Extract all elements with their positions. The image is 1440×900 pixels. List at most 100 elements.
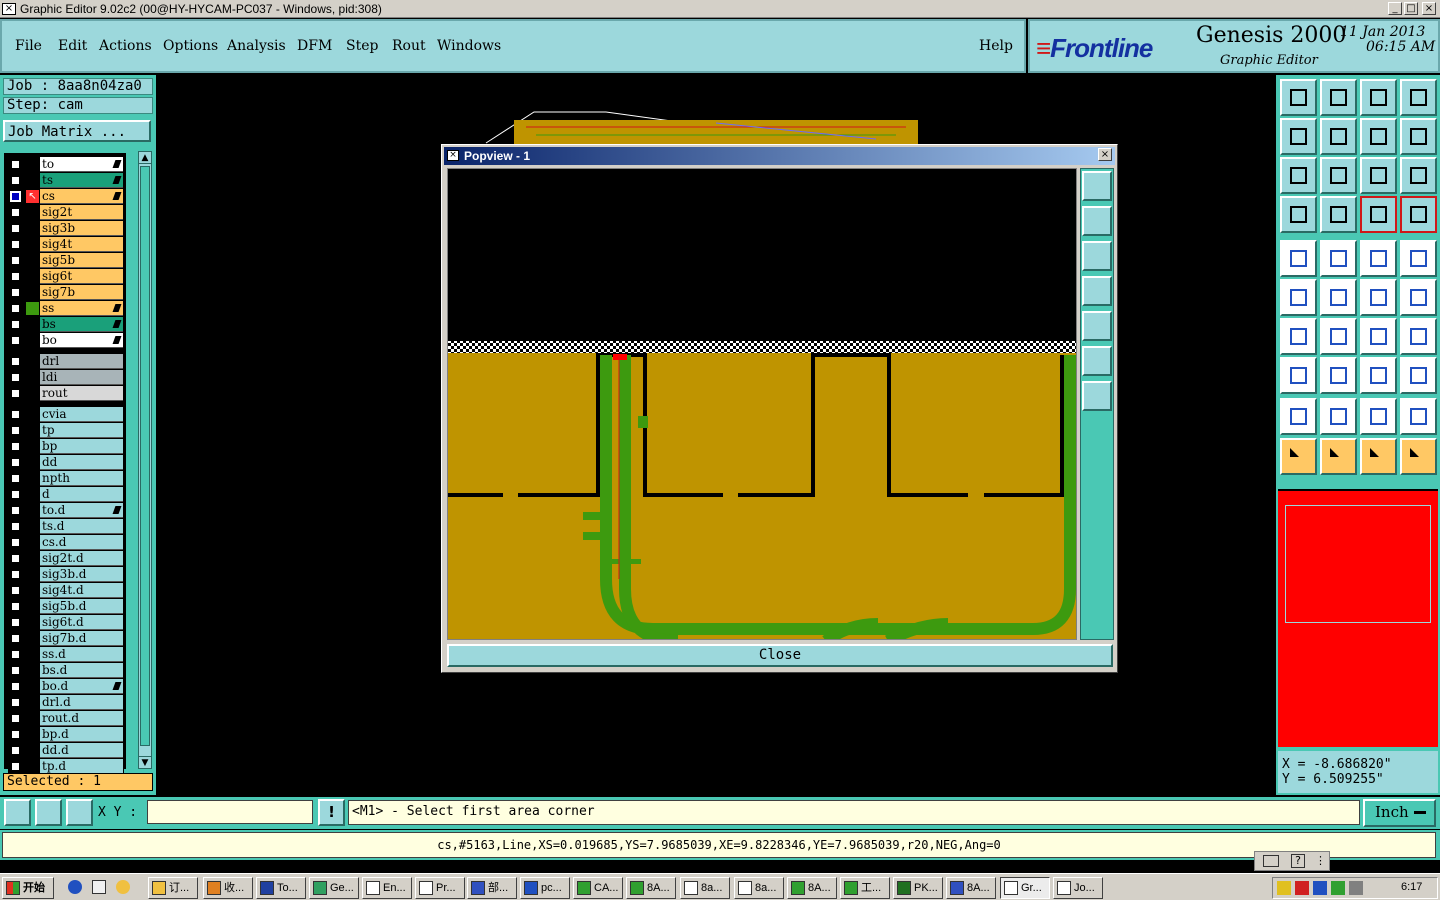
layer-label[interactable]: ts.d — [40, 519, 123, 534]
taskbar-item[interactable]: 工... — [840, 877, 890, 899]
layer-label[interactable]: sig4t — [40, 237, 123, 252]
taskbar-item[interactable]: 8a... — [680, 877, 730, 899]
layer-checkbox[interactable] — [10, 239, 21, 250]
menu-help[interactable]: Help — [979, 38, 1013, 54]
fit-icon[interactable] — [1280, 157, 1317, 194]
layer-checkbox[interactable] — [10, 223, 21, 234]
select-icon[interactable] — [1280, 240, 1317, 277]
scroll-down-arrow[interactable]: ▼ — [139, 756, 151, 768]
layer-checkbox[interactable] — [10, 191, 21, 202]
layer-row-bo[interactable]: bo — [8, 333, 124, 348]
layer-label[interactable]: cs — [40, 189, 123, 204]
popview-close-x-button[interactable]: × — [1098, 148, 1112, 161]
layer-checkbox[interactable] — [10, 356, 21, 367]
taskbar-item[interactable]: 8A... — [946, 877, 996, 899]
layer-row-bp-d[interactable]: bp.d — [8, 727, 124, 742]
layer-row-ldi[interactable]: ldi — [8, 370, 124, 385]
menu-dfm[interactable]: DFM — [297, 38, 332, 54]
connect-icon[interactable] — [1360, 279, 1397, 316]
layer-checkbox[interactable] — [10, 601, 21, 612]
line-icon[interactable] — [1320, 318, 1357, 355]
menu-step[interactable]: Step — [346, 38, 378, 54]
group-icon[interactable] — [1400, 357, 1437, 394]
desktop-icon[interactable] — [92, 880, 106, 894]
layer-label[interactable]: sig6t.d — [40, 615, 123, 630]
layer-compare-icon[interactable] — [1400, 196, 1437, 233]
flip-icon[interactable] — [1400, 318, 1437, 355]
taskbar-item[interactable]: En... — [362, 877, 412, 899]
triangle-icon[interactable] — [1280, 398, 1317, 435]
rotate-icon[interactable] — [1400, 118, 1437, 155]
layer-row-npth[interactable]: npth — [8, 471, 124, 486]
settings-icon[interactable] — [1280, 196, 1317, 233]
start-button[interactable]: 开始 — [2, 877, 54, 899]
pointer-icon[interactable] — [1280, 438, 1317, 475]
taskbar-item[interactable]: 订... — [148, 877, 198, 899]
layer-label[interactable]: ss — [40, 301, 123, 316]
layer-row-cs-d[interactable]: cs.d — [8, 535, 124, 550]
layer-row-sig3b-d[interactable]: sig3b.d — [8, 567, 124, 582]
ruler-icon[interactable] — [1360, 240, 1397, 277]
zoom-home-icon[interactable] — [1280, 79, 1317, 116]
layer-label[interactable]: to.d — [40, 503, 123, 518]
layer-row-drl-d[interactable]: drl.d — [8, 695, 124, 710]
layer-checkbox[interactable] — [10, 159, 21, 170]
layer-label[interactable]: sig2t.d — [40, 551, 123, 566]
layer-row-sig2t-d[interactable]: sig2t.d — [8, 551, 124, 566]
pointer-circle-icon[interactable] — [1360, 438, 1397, 475]
layer-row-bp[interactable]: bp — [8, 439, 124, 454]
layer-checkbox[interactable] — [10, 409, 21, 420]
menu-options[interactable]: Options — [163, 38, 218, 54]
ie-icon[interactable] — [68, 880, 82, 894]
layer-checkbox[interactable] — [10, 425, 21, 436]
layer-row-to[interactable]: to — [8, 157, 124, 172]
layer-label[interactable]: sig7b — [40, 285, 123, 300]
popview-titlebar[interactable]: × Popview - 1 — [444, 147, 1115, 165]
layer-checkbox[interactable] — [10, 441, 21, 452]
point-icon[interactable] — [1400, 279, 1437, 316]
popview-pan-down-icon[interactable] — [1082, 241, 1112, 271]
taskbar-item[interactable]: To... — [256, 877, 306, 899]
layer-checkbox[interactable] — [10, 681, 21, 692]
layer-row-sig7b-d[interactable]: sig7b.d — [8, 631, 124, 646]
scroll-up-arrow[interactable]: ▲ — [139, 152, 151, 164]
layer-label[interactable]: ldi — [40, 370, 123, 385]
layer-row-sig5b-d[interactable]: sig5b.d — [8, 599, 124, 614]
layer-label[interactable]: bs — [40, 317, 123, 332]
layer-label[interactable]: tp — [40, 423, 123, 438]
layer-label[interactable]: bs.d — [40, 663, 123, 678]
popview-pan-up-icon[interactable] — [1082, 206, 1112, 236]
layer-label[interactable]: sig7b.d — [40, 631, 123, 646]
layer-checkbox[interactable] — [10, 729, 21, 740]
layer-checkbox[interactable] — [10, 319, 21, 330]
scroll-thumb[interactable] — [140, 166, 150, 746]
layer-scrollbar[interactable]: ▲ ▼ — [138, 151, 152, 769]
layer-label[interactable]: dd — [40, 455, 123, 470]
layer-label[interactable]: tp.d — [40, 759, 123, 774]
layer-row-drl[interactable]: drl — [8, 354, 124, 369]
taskbar-item[interactable]: pc... — [520, 877, 570, 899]
layer-checkbox[interactable] — [10, 255, 21, 266]
polygon-icon[interactable] — [1320, 398, 1357, 435]
popview-pan-left-icon[interactable] — [1082, 276, 1112, 306]
layer-checkbox[interactable] — [10, 537, 21, 548]
layer-label[interactable]: bo.d — [40, 679, 123, 694]
taskbar-item[interactable]: Gr... — [1000, 877, 1050, 899]
menu-actions[interactable]: Actions — [99, 38, 152, 54]
split-view-icon[interactable] — [1400, 79, 1437, 116]
layer-label[interactable]: rout.d — [40, 711, 123, 726]
layer-row-d[interactable]: d — [8, 487, 124, 502]
layer-row-sig7b[interactable]: sig7b — [8, 285, 124, 300]
layer-checkbox[interactable] — [10, 489, 21, 500]
layer-label[interactable]: ts — [40, 173, 123, 188]
layer-checkbox[interactable] — [10, 207, 21, 218]
tray-icons[interactable] — [1277, 881, 1377, 895]
taskbar-item[interactable]: CA... — [573, 877, 623, 899]
layer-label[interactable]: sig4t.d — [40, 583, 123, 598]
layer-checkbox[interactable] — [10, 505, 21, 516]
layer-label[interactable]: bp — [40, 439, 123, 454]
popview-zoom-in-icon[interactable] — [1082, 346, 1112, 376]
overview-map[interactable] — [1278, 489, 1438, 747]
zoom-in-icon[interactable] — [1320, 157, 1357, 194]
layer-checkbox[interactable] — [10, 175, 21, 186]
